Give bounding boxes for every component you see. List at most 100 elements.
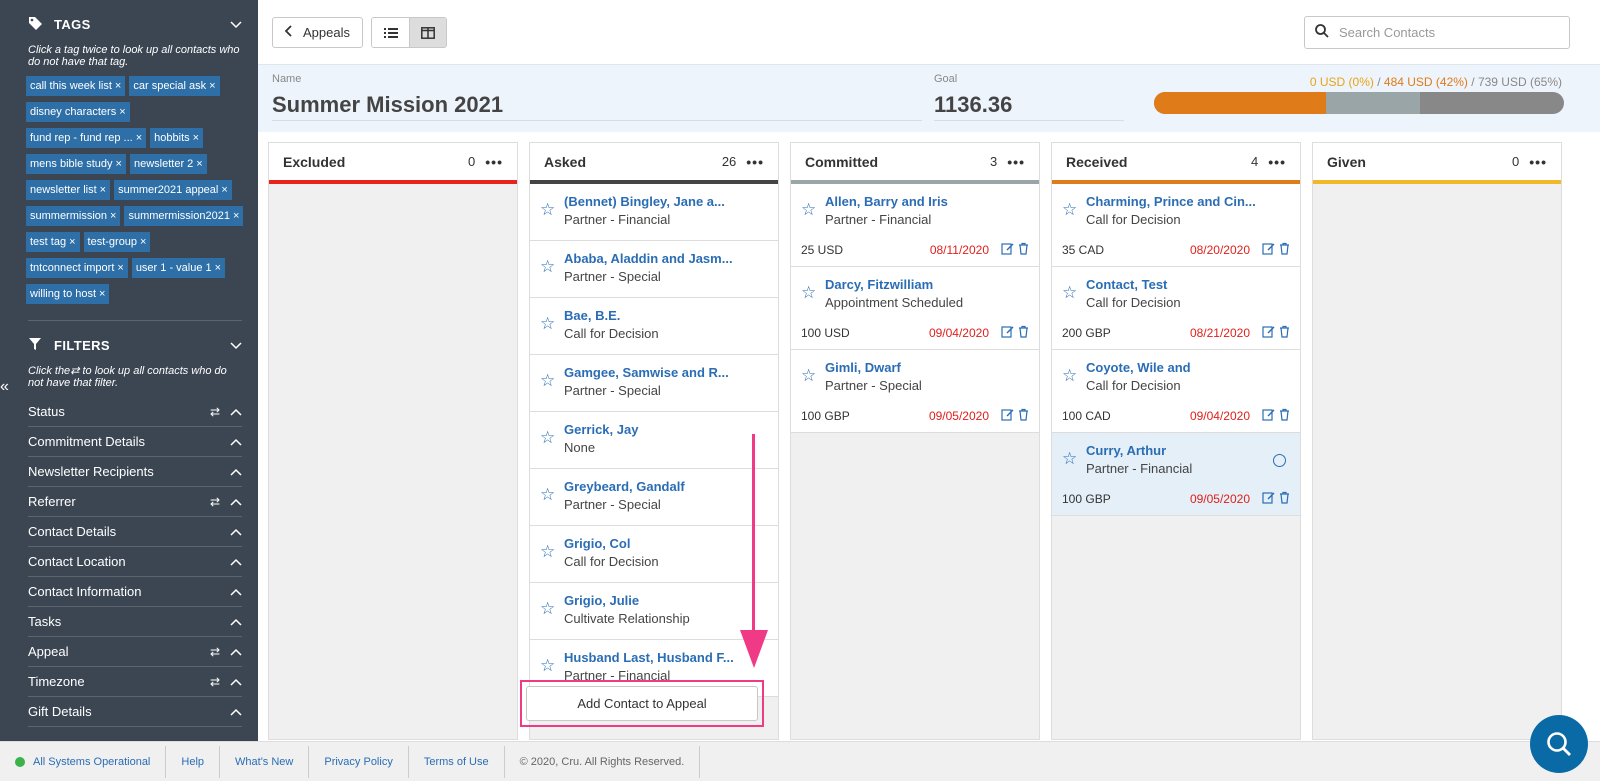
footer-link-whats-new[interactable]: What's New [220, 745, 310, 778]
star-icon[interactable]: ☆ [540, 200, 564, 220]
contact-card[interactable]: ☆ Curry, Arthur Partner - Financial 100 GBP… [1052, 433, 1300, 516]
contact-name[interactable]: Charming, Prince and Cin... [1086, 193, 1256, 211]
remove-tag-icon[interactable]: × [110, 210, 116, 222]
delete-icon[interactable] [1018, 408, 1029, 424]
contact-card[interactable]: ☆ Gimli, Dwarf Partner - Special 100 GBP 09/… [791, 350, 1039, 433]
chevron-up-icon[interactable] [230, 615, 242, 629]
star-icon[interactable]: ☆ [1062, 283, 1086, 303]
contact-name[interactable]: Ababa, Aladdin and Jasm... [564, 250, 734, 268]
remove-tag-icon[interactable]: × [136, 132, 142, 144]
contact-name[interactable]: Darcy, Fitzwilliam [825, 276, 995, 294]
delete-icon[interactable] [1018, 242, 1029, 258]
star-icon[interactable]: ☆ [540, 428, 564, 448]
contact-name[interactable]: Gamgee, Samwise and R... [564, 364, 734, 382]
remove-tag-icon[interactable]: × [69, 236, 75, 248]
list-view-button[interactable] [372, 18, 409, 47]
search-input[interactable] [1339, 25, 1559, 40]
contact-card[interactable]: ☆ Greybeard, Gandalf Partner - Special [530, 469, 778, 526]
filter-item[interactable]: Gift Details [28, 697, 242, 727]
delete-icon[interactable] [1279, 242, 1290, 258]
contact-card[interactable]: ☆ Coyote, Wile and Call for Decision 100 CA… [1052, 350, 1300, 433]
remove-tag-icon[interactable]: × [100, 184, 106, 196]
star-icon[interactable]: ☆ [540, 257, 564, 277]
star-icon[interactable]: ☆ [540, 599, 564, 619]
contact-card[interactable]: ☆ Grigio, Col Call for Decision [530, 526, 778, 583]
contact-card[interactable]: ☆ Bae, B.E. Call for Decision [530, 298, 778, 355]
contact-name[interactable]: Contact, Test [1086, 276, 1256, 294]
contact-name[interactable]: Gerrick, Jay [564, 421, 734, 439]
star-icon[interactable]: ☆ [540, 656, 564, 676]
star-icon[interactable]: ☆ [540, 542, 564, 562]
contact-card[interactable]: ☆ Contact, Test Call for Decision 200 GBP 08… [1052, 267, 1300, 350]
contact-card[interactable]: ☆ Gerrick, Jay None [530, 412, 778, 469]
reverse-filter-icon[interactable]: ⇄ [210, 495, 220, 509]
tag-chip[interactable]: test-group × [83, 232, 151, 252]
contact-name[interactable]: (Bennet) Bingley, Jane a... [564, 193, 734, 211]
filter-item[interactable]: Contact Details [28, 517, 242, 547]
contact-card[interactable]: ☆ Gamgee, Samwise and R... Partner - Speci… [530, 355, 778, 412]
remove-tag-icon[interactable]: × [233, 210, 239, 222]
contact-name[interactable]: Gimli, Dwarf [825, 359, 995, 377]
remove-tag-icon[interactable]: × [117, 262, 123, 274]
chevron-up-icon[interactable] [230, 585, 242, 599]
contact-card[interactable]: ☆ Ababa, Aladdin and Jasm... Partner - Spe… [530, 241, 778, 298]
star-icon[interactable]: ☆ [540, 485, 564, 505]
tag-chip[interactable]: user 1 - value 1 × [131, 258, 226, 278]
tag-chip[interactable]: summermission × [26, 206, 121, 226]
chevron-up-icon[interactable] [230, 465, 242, 479]
edit-icon[interactable] [1001, 242, 1014, 258]
contact-name[interactable]: Coyote, Wile and [1086, 359, 1256, 377]
reverse-filter-icon[interactable]: ⇄ [210, 675, 220, 689]
star-icon[interactable]: ☆ [801, 283, 825, 303]
remove-tag-icon[interactable]: × [115, 80, 121, 92]
contact-card[interactable]: ☆ Allen, Barry and Iris Partner - Financia… [791, 184, 1039, 267]
tag-chip[interactable]: car special ask × [129, 76, 220, 96]
appeal-name-field[interactable]: Summer Mission 2021 [272, 92, 922, 121]
delete-icon[interactable] [1279, 491, 1290, 507]
contact-card[interactable]: ☆ Darcy, Fitzwilliam Appointment Scheduled… [791, 267, 1039, 350]
more-options-icon[interactable]: ••• [1529, 154, 1547, 170]
contact-name[interactable]: Allen, Barry and Iris [825, 193, 995, 211]
chevron-up-icon[interactable] [230, 555, 242, 569]
contact-name[interactable]: Grigio, Julie [564, 592, 734, 610]
tags-header[interactable]: TAGS [12, 0, 258, 48]
appeal-goal-field[interactable]: 1136.36 [934, 92, 1124, 121]
star-icon[interactable]: ☆ [801, 200, 825, 220]
contact-name[interactable]: Greybeard, Gandalf [564, 478, 734, 496]
remove-tag-icon[interactable]: × [99, 288, 105, 300]
filter-item[interactable]: Newsletter Recipients [28, 457, 242, 487]
chevron-up-icon[interactable] [230, 495, 242, 509]
contact-card[interactable]: ☆ (Bennet) Bingley, Jane a... Partner - Fi… [530, 184, 778, 241]
more-options-icon[interactable]: ••• [485, 154, 503, 170]
edit-icon[interactable] [1262, 491, 1275, 507]
contact-name[interactable]: Husband Last, Husband F... [564, 649, 734, 667]
contact-name[interactable]: Bae, B.E. [564, 307, 734, 325]
filter-item[interactable]: Referrer ⇄ [28, 487, 242, 517]
tag-chip[interactable]: hobbits × [150, 128, 204, 148]
contact-name[interactable]: Grigio, Col [564, 535, 734, 553]
star-icon[interactable]: ☆ [1062, 366, 1086, 386]
tag-chip[interactable]: willing to host × [26, 284, 110, 304]
contact-name[interactable]: Curry, Arthur [1086, 442, 1256, 460]
delete-icon[interactable] [1279, 408, 1290, 424]
footer-link-help[interactable]: Help [166, 745, 221, 778]
star-icon[interactable]: ☆ [540, 371, 564, 391]
filter-item[interactable]: Status ⇄ [28, 397, 242, 427]
remove-tag-icon[interactable]: × [215, 262, 221, 274]
tag-chip[interactable]: disney characters × [26, 102, 130, 122]
tag-chip[interactable]: summermission2021 × [124, 206, 244, 226]
filter-item[interactable]: Tasks [28, 607, 242, 637]
tag-chip[interactable]: call this week list × [26, 76, 126, 96]
filters-header[interactable]: FILTERS [12, 321, 258, 369]
chevron-up-icon[interactable] [230, 705, 242, 719]
tag-chip[interactable]: newsletter list × [26, 180, 111, 200]
remove-tag-icon[interactable]: × [140, 236, 146, 248]
reverse-filter-icon[interactable]: ⇄ [210, 405, 220, 419]
tag-chip[interactable]: fund rep - fund rep ... × [26, 128, 147, 148]
more-options-icon[interactable]: ••• [1007, 154, 1025, 170]
contact-card[interactable]: ☆ Charming, Prince and Cin... Call for Dec… [1052, 184, 1300, 267]
chevron-up-icon[interactable] [230, 675, 242, 689]
edit-icon[interactable] [1262, 408, 1275, 424]
more-options-icon[interactable]: ••• [1268, 154, 1286, 170]
back-to-appeals-button[interactable]: Appeals [272, 17, 363, 48]
